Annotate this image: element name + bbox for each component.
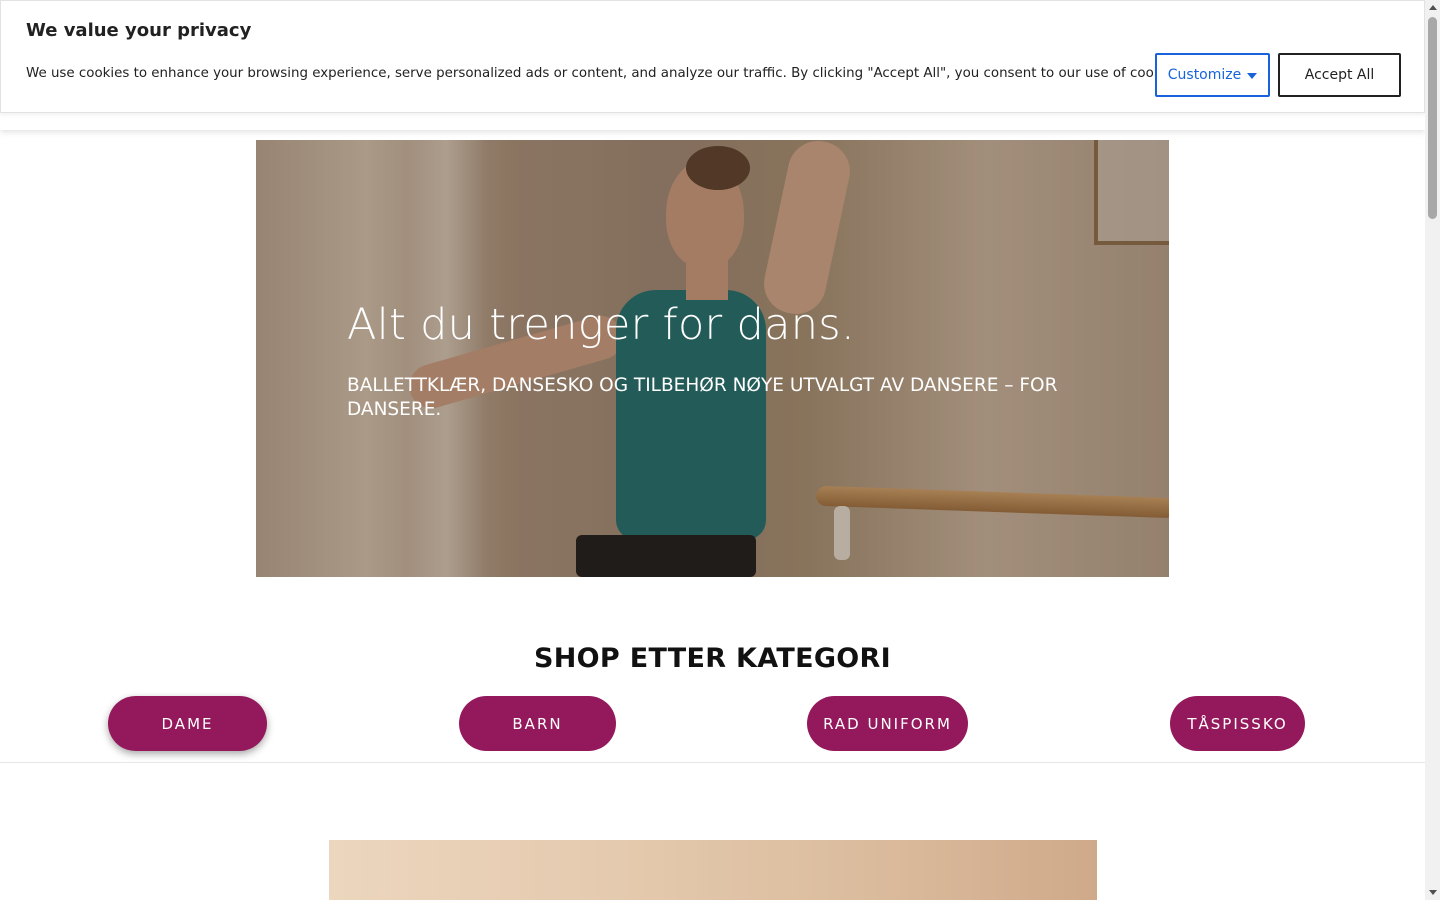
category-button-dame[interactable]: DAME [108,696,267,751]
hero-banner[interactable]: Alt du trenger for dans. BALLETTKLÆR, DA… [256,140,1169,577]
cookie-banner-text: We use cookies to enhance your browsing … [26,66,1185,81]
category-button-label: TÅSPISSKO [1187,714,1288,733]
customize-button[interactable]: Customize [1155,53,1270,97]
shop-by-category-title: SHOP ETTER KATEGORI [534,643,891,674]
scroll-up-arrow-icon[interactable] [1429,5,1437,10]
category-button-label: BARN [512,714,563,733]
cookie-banner-title: We value your privacy [26,20,252,41]
category-button-barn[interactable]: BARN [459,696,616,751]
scroll-down-arrow-icon[interactable] [1429,890,1437,895]
caret-down-icon [1247,73,1258,79]
cookie-consent-banner: We value your privacy We use cookies to … [0,0,1425,113]
category-button-label: DAME [161,714,214,733]
customize-button-label: Customize [1167,67,1242,83]
hero-subtitle: BALLETTKLÆR, DANSESKO OG TILBEHØR NØYE U… [347,375,1058,420]
category-button-taspissko[interactable]: TÅSPISSKO [1170,696,1305,751]
hero-overlay [256,140,1169,577]
page-scrollbar[interactable] [1425,0,1440,900]
accept-all-button-label: Accept All [1304,67,1375,83]
accept-all-button[interactable]: Accept All [1278,53,1401,97]
page: ZONE We value your privacy We use cookie… [0,0,1425,900]
hero-title: Alt du trenger for dans. [347,300,855,350]
promo-image[interactable] [329,840,1097,900]
scrollbar-thumb[interactable] [1428,17,1437,219]
category-button-label: RAD UNIFORM [823,714,952,733]
section-divider [0,762,1425,763]
category-button-rad-uniform[interactable]: RAD UNIFORM [807,696,968,751]
